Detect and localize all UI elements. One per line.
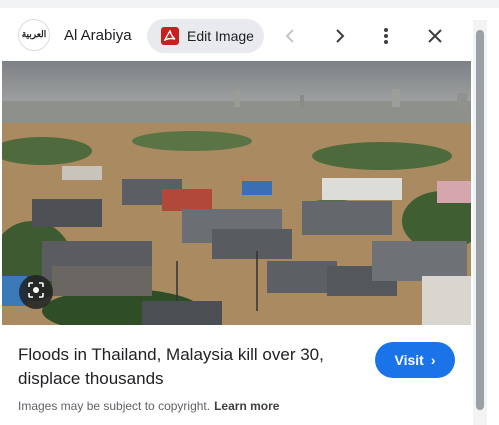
close-button[interactable] <box>419 20 451 52</box>
image-viewer-panel: العربية Al Arabiya Edit Image Floods in … <box>0 0 499 425</box>
edit-image-button[interactable]: Edit Image <box>147 19 264 53</box>
visit-label: Visit <box>394 352 424 368</box>
source-name[interactable]: Al Arabiya <box>64 27 132 44</box>
lens-search-button[interactable] <box>19 275 53 309</box>
previous-button[interactable] <box>275 20 307 52</box>
lens-icon <box>27 281 45 304</box>
learn-more-link[interactable]: Learn more <box>214 399 279 413</box>
pdf-icon <box>161 27 179 45</box>
result-title[interactable]: Floods in Thailand, Malaysia kill over 3… <box>18 343 358 391</box>
flood-photo[interactable] <box>2 61 471 325</box>
close-icon <box>427 28 443 44</box>
chevron-right-icon <box>331 28 347 44</box>
al-arabiya-logo: العربية <box>21 29 47 40</box>
chevron-left-icon <box>283 28 299 44</box>
source-logo[interactable]: العربية <box>18 19 50 51</box>
top-strip <box>0 0 499 8</box>
scrollbar-thumb[interactable] <box>476 30 484 410</box>
edit-image-label: Edit Image <box>187 28 254 44</box>
visit-button[interactable]: Visit › <box>375 342 455 378</box>
copyright-text: Images may be subject to copyright. <box>18 399 211 413</box>
more-options-button[interactable] <box>370 20 402 52</box>
next-button[interactable] <box>323 20 355 52</box>
more-vert-icon <box>378 27 394 45</box>
chevron-right-icon: › <box>430 352 436 368</box>
copyright-notice: Images may be subject to copyright. Learn… <box>18 399 279 413</box>
viewer-header: العربية Al Arabiya Edit Image <box>0 14 480 60</box>
